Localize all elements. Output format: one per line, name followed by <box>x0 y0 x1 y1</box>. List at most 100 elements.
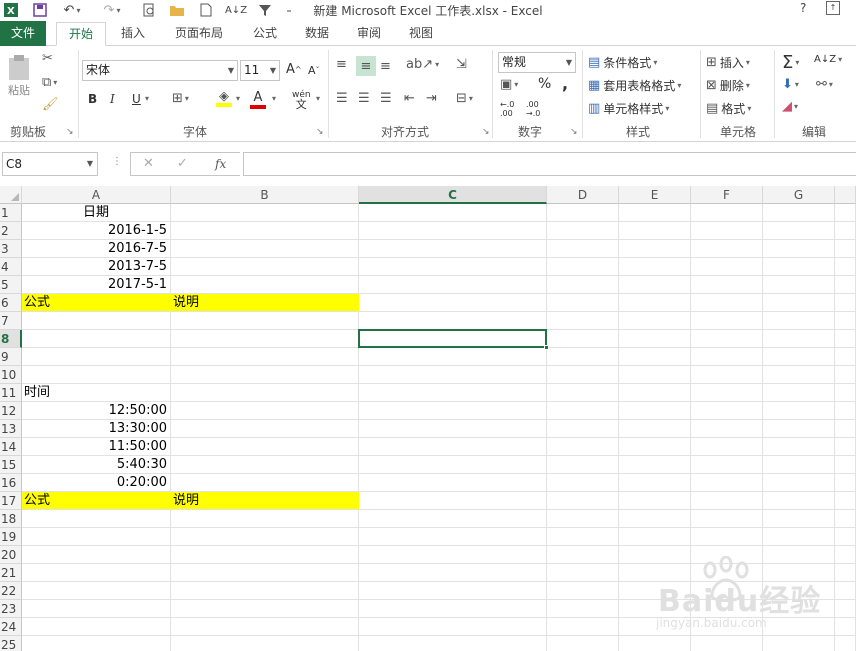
row-header-13[interactable]: 13 <box>0 420 22 438</box>
cell-d1[interactable] <box>547 204 619 222</box>
cell-c19[interactable] <box>359 528 547 546</box>
row-header-7[interactable]: 7 <box>0 312 22 330</box>
cell-d11[interactable] <box>547 384 619 402</box>
tab-data[interactable]: 数据 <box>296 22 338 46</box>
paste-button[interactable]: 粘贴 <box>4 54 34 98</box>
cell-a24[interactable] <box>22 618 171 636</box>
row-header-6[interactable]: 6 <box>0 294 22 312</box>
formula-input[interactable] <box>243 152 856 176</box>
row-header-25[interactable]: 25 <box>0 636 22 651</box>
cell-d14[interactable] <box>547 438 619 456</box>
cancel-icon[interactable]: ✕ <box>143 156 154 171</box>
find-select-button[interactable]: ⚯ ▾ <box>816 78 833 91</box>
fill-color-button[interactable]: ◈ <box>216 90 232 107</box>
cell-b23[interactable] <box>171 600 359 618</box>
cell-f12[interactable] <box>691 402 763 420</box>
column-header-e[interactable]: E <box>619 186 691 204</box>
cell-g10[interactable] <box>763 366 835 384</box>
font-launcher-icon[interactable]: ↘ <box>316 127 324 137</box>
cell-b15[interactable] <box>171 456 359 474</box>
cell-d4[interactable] <box>547 258 619 276</box>
column-header-g[interactable]: G <box>763 186 835 204</box>
phonetic-guide-button[interactable]: wén 文 <box>292 90 311 110</box>
row-header-16[interactable]: 16 <box>0 474 22 492</box>
cell-c6[interactable] <box>359 294 547 312</box>
cell-d23[interactable] <box>547 600 619 618</box>
row-header-23[interactable]: 23 <box>0 600 22 618</box>
cell-e18[interactable] <box>619 510 691 528</box>
cell-e25[interactable] <box>619 636 691 651</box>
align-center-button[interactable]: ☰ <box>358 92 370 105</box>
cell-c20[interactable] <box>359 546 547 564</box>
cell-b18[interactable] <box>171 510 359 528</box>
row-header-15[interactable]: 15 <box>0 456 22 474</box>
comma-style-button[interactable]: , <box>562 74 568 93</box>
grow-font-button[interactable]: A ^ <box>286 62 302 77</box>
cell-f6[interactable] <box>691 294 763 312</box>
cell-e16[interactable] <box>619 474 691 492</box>
cell-c16[interactable] <box>359 474 547 492</box>
cell-a7[interactable] <box>22 312 171 330</box>
row-header-10[interactable]: 10 <box>0 366 22 384</box>
cell-f16[interactable] <box>691 474 763 492</box>
column-header-a[interactable]: A <box>22 186 171 204</box>
column-header-d[interactable]: D <box>547 186 619 204</box>
cell-g7[interactable] <box>763 312 835 330</box>
row-header-5[interactable]: 5 <box>0 276 22 294</box>
help-button[interactable]: ? <box>800 1 806 15</box>
cell-e19[interactable] <box>619 528 691 546</box>
cell-d7[interactable] <box>547 312 619 330</box>
cell-a1[interactable]: 日期 <box>22 204 171 222</box>
row-header-18[interactable]: 18 <box>0 510 22 528</box>
orientation-button[interactable]: ab↗ ▾ <box>406 58 439 71</box>
column-header-b[interactable]: B <box>171 186 359 204</box>
cell-c4[interactable] <box>359 258 547 276</box>
font-name-select[interactable]: 宋体 ▼ <box>82 60 238 81</box>
cell-a6[interactable]: 公式 <box>22 294 171 312</box>
cell-d17[interactable] <box>547 492 619 510</box>
cell-c23[interactable] <box>359 600 547 618</box>
name-box[interactable]: C8 ▼ <box>2 152 98 176</box>
column-header-f[interactable]: F <box>691 186 763 204</box>
cell-d3[interactable] <box>547 240 619 258</box>
cell-g13[interactable] <box>763 420 835 438</box>
cell-styles-button[interactable]: ▥ 单元格样式 ▾ <box>588 100 669 117</box>
fill-button[interactable]: ⬇ ▾ <box>782 78 799 91</box>
cell-f17[interactable] <box>691 492 763 510</box>
cell-e12[interactable] <box>619 402 691 420</box>
cell-a16[interactable]: 0:20:00 <box>22 474 171 492</box>
cell-e1[interactable] <box>619 204 691 222</box>
cell-b2[interactable] <box>171 222 359 240</box>
cell-c3[interactable] <box>359 240 547 258</box>
cell-c13[interactable] <box>359 420 547 438</box>
cell-d5[interactable] <box>547 276 619 294</box>
autosum-button[interactable]: Σ ▾ <box>782 52 799 73</box>
cell-b22[interactable] <box>171 582 359 600</box>
cell-c18[interactable] <box>359 510 547 528</box>
cell-g8[interactable] <box>763 330 835 348</box>
cell-b21[interactable] <box>171 564 359 582</box>
format-as-table-button[interactable]: ▦ 套用表格格式 ▾ <box>588 77 681 94</box>
cell-a5[interactable]: 2017-5-1 <box>22 276 171 294</box>
cell-d9[interactable] <box>547 348 619 366</box>
cell-c2[interactable] <box>359 222 547 240</box>
cell-g12[interactable] <box>763 402 835 420</box>
cell-c22[interactable] <box>359 582 547 600</box>
cell-b20[interactable] <box>171 546 359 564</box>
increase-decimal-button[interactable]: ←.0.00 <box>500 100 514 118</box>
cell-a3[interactable]: 2016-7-5 <box>22 240 171 258</box>
align-bottom-button[interactable]: ≡ <box>380 60 391 73</box>
cell-c25[interactable] <box>359 636 547 651</box>
cell-e13[interactable] <box>619 420 691 438</box>
cell-g2[interactable] <box>763 222 835 240</box>
merge-center-button[interactable]: ⊟ ▾ <box>456 92 473 105</box>
cell-d18[interactable] <box>547 510 619 528</box>
cell-e2[interactable] <box>619 222 691 240</box>
cell-b19[interactable] <box>171 528 359 546</box>
cell-f9[interactable] <box>691 348 763 366</box>
cell-e9[interactable] <box>619 348 691 366</box>
decrease-decimal-button[interactable]: .00 →.0 <box>526 100 540 118</box>
cell-a15[interactable]: 5:40:30 <box>22 456 171 474</box>
cell-b25[interactable] <box>171 636 359 651</box>
tab-file[interactable]: 文件 <box>0 21 46 46</box>
